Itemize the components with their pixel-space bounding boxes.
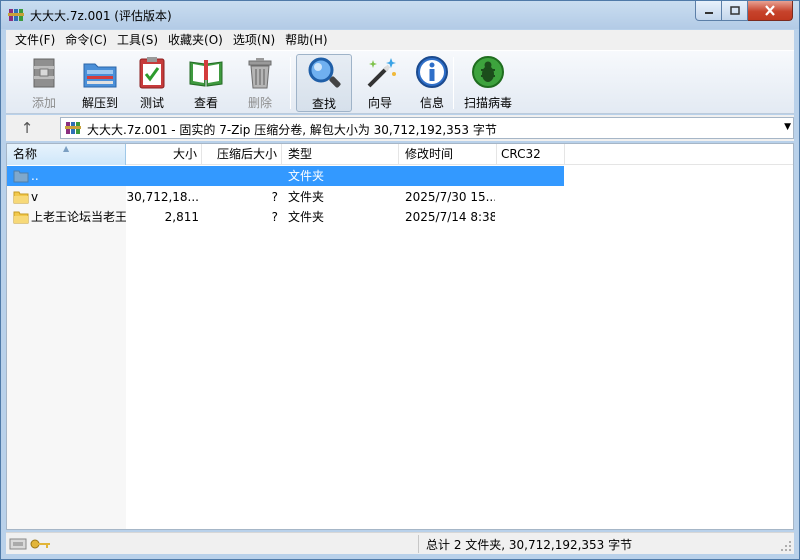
status-text: 总计 2 文件夹, 30,712,192,353 字节	[426, 538, 633, 552]
add-label: 添加	[31, 96, 56, 110]
extract-to-button[interactable]: 解压到	[72, 54, 128, 112]
row-modified	[405, 166, 495, 186]
row-size: 2,811	[164, 210, 199, 224]
wizard-button[interactable]: 向导	[352, 54, 408, 112]
maximize-icon	[729, 6, 740, 15]
row-modified: 2025/7/14 8:38	[405, 210, 495, 224]
table-row[interactable]: v 30,712,18... ? 文件夹 2025/7/30 15...	[7, 187, 564, 207]
find-magnifier-icon	[308, 57, 341, 88]
parent-folder-icon	[13, 170, 29, 183]
archive-icon	[65, 122, 81, 134]
view-label: 查看	[193, 96, 218, 110]
row-size: 30,712,18...	[126, 190, 199, 204]
wizard-wand-icon	[367, 58, 396, 88]
menu-commands[interactable]: 命令(C)	[60, 31, 112, 49]
wizard-label: 向导	[367, 96, 392, 110]
column-header-modified[interactable]: 修改时间	[399, 144, 497, 165]
title-bar[interactable]: 大大大.7z.001 (评估版本)	[1, 1, 799, 29]
column-header-crc32[interactable]: CRC32	[497, 144, 565, 165]
row-name: ..	[31, 169, 39, 183]
up-folder-button[interactable]: ↑	[18, 119, 36, 137]
toolbar: 添加 解压到 测试 查看 删除 查找 向导 信息 扫描病毒	[6, 50, 794, 114]
row-crc32	[501, 166, 563, 186]
maximize-button[interactable]	[722, 1, 748, 21]
menu-help[interactable]: 帮助(H)	[280, 31, 332, 49]
address-field[interactable]: 大大大.7z.001 - 固实的 7-Zip 压缩分卷, 解包大小为 30,71…	[60, 117, 794, 139]
folder-icon	[13, 211, 29, 224]
up-arrow-icon: ↑	[20, 119, 34, 137]
toolbar-separator	[290, 57, 291, 109]
toolbar-separator	[453, 57, 454, 109]
sort-ascending-icon: ▲	[63, 144, 70, 153]
column-header-type[interactable]: 类型	[282, 144, 399, 165]
minimize-button[interactable]	[695, 1, 722, 21]
column-header-packed[interactable]: 压缩后大小	[202, 144, 282, 165]
virus-scan-label: 扫描病毒	[463, 96, 512, 110]
table-row[interactable]: 上老王论坛当老王 2,811 ? 文件夹 2025/7/14 8:38	[7, 207, 564, 227]
table-row[interactable]: .. 文件夹	[7, 166, 564, 186]
row-packed: ?	[271, 210, 278, 224]
status-divider	[418, 535, 419, 553]
info-button[interactable]: 信息	[404, 54, 460, 112]
extract-to-icon	[83, 63, 117, 88]
add-archive-icon	[33, 58, 55, 88]
row-packed: ?	[271, 190, 278, 204]
minimize-icon	[704, 11, 713, 14]
delete-button[interactable]: 删除	[232, 54, 288, 112]
menu-file[interactable]: 文件(F)	[10, 31, 60, 49]
test-label: 测试	[139, 96, 164, 110]
menu-favorites[interactable]: 收藏夹(O)	[163, 31, 228, 49]
file-list[interactable]: 名称 ▲ 大小 压缩后大小 类型 修改时间 CRC32 .. 文件夹 v 30,…	[6, 143, 794, 530]
chevron-down-icon: ▼	[784, 122, 791, 132]
key-lock-icon	[9, 538, 50, 550]
menu-tools[interactable]: 工具(S)	[112, 31, 163, 49]
extract-to-label: 解压到	[81, 96, 118, 110]
view-book-icon	[189, 60, 223, 87]
resize-grip-icon[interactable]	[780, 540, 792, 552]
row-type: 文件夹	[288, 190, 325, 204]
info-label: 信息	[419, 96, 444, 110]
test-clipboard-icon	[139, 57, 165, 89]
status-bar: 总计 2 文件夹, 30,712,192,353 字节	[6, 532, 794, 554]
address-bar: ↑ 大大大.7z.001 - 固实的 7-Zip 压缩分卷, 解包大小为 30,…	[6, 115, 794, 141]
address-text: 大大大.7z.001 - 固实的 7-Zip 压缩分卷, 解包大小为 30,71…	[87, 123, 497, 137]
add-button[interactable]: 添加	[16, 54, 72, 112]
info-icon	[416, 56, 448, 88]
column-header-size[interactable]: 大小	[126, 144, 202, 165]
row-name: v	[31, 190, 39, 204]
folder-icon	[13, 191, 29, 204]
virus-scan-bug-icon	[472, 56, 504, 88]
row-crc32	[501, 207, 563, 227]
row-crc32	[501, 187, 563, 207]
app-window: 大大大.7z.001 (评估版本) 文件(F) 命令(C) 工具(S) 收藏夹(…	[0, 0, 800, 560]
winrar-app-icon	[8, 9, 24, 21]
close-button[interactable]	[748, 1, 793, 21]
test-button[interactable]: 测试	[124, 54, 180, 112]
row-packed	[202, 166, 278, 186]
row-name: 上老王论坛当老王	[31, 210, 126, 224]
address-dropdown-button[interactable]: ▼	[784, 122, 791, 132]
menu-bar: 文件(F) 命令(C) 工具(S) 收藏夹(O) 选项(N) 帮助(H)	[6, 30, 794, 50]
view-button[interactable]: 查看	[178, 54, 234, 112]
close-icon	[765, 5, 775, 16]
row-size	[126, 166, 199, 186]
row-type: 文件夹	[288, 210, 325, 224]
delete-label: 删除	[247, 96, 272, 110]
row-type: 文件夹	[288, 169, 325, 183]
delete-trash-icon	[248, 58, 272, 89]
list-header: 名称 ▲ 大小 压缩后大小 类型 修改时间 CRC32	[7, 144, 793, 165]
window-title: 大大大.7z.001 (评估版本)	[30, 9, 172, 23]
find-label: 查找	[311, 97, 336, 111]
find-button[interactable]: 查找	[296, 54, 352, 112]
column-header-name[interactable]: 名称 ▲	[7, 144, 126, 165]
virus-scan-button[interactable]: 扫描病毒	[456, 54, 520, 112]
menu-options[interactable]: 选项(N)	[228, 31, 280, 49]
row-modified: 2025/7/30 15...	[405, 190, 495, 204]
